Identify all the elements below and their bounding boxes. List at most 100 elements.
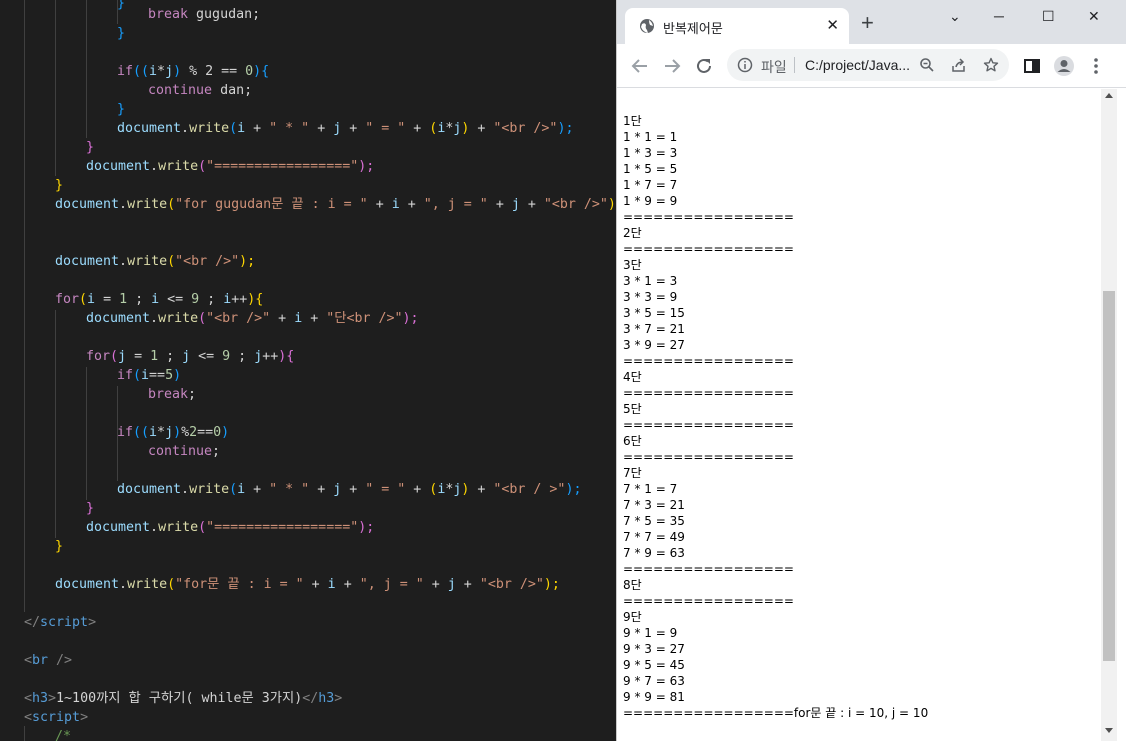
back-icon[interactable] [629, 55, 651, 77]
code-token: i [149, 64, 158, 79]
code-token: j [333, 121, 350, 136]
code-line[interactable]: /* [55, 727, 71, 741]
code-token: dan; [220, 83, 253, 98]
info-icon[interactable] [737, 57, 753, 73]
code-line[interactable]: for(j = 1 ; j <= 9 ; j++){ [86, 347, 294, 366]
output-line: 7 * 1 = 7 [623, 482, 678, 496]
code-line[interactable]: for(i = 1 ; i <= 9 ; i++){ [55, 290, 263, 309]
code-token: 9 [222, 349, 239, 364]
code-token: i [223, 292, 232, 307]
code-token: i [149, 425, 158, 440]
code-editor[interactable]: } break gugudan;} if((i*j) % 2 == 0){conti… [0, 0, 616, 741]
code-token: " = " [365, 121, 414, 136]
code-token: ) [173, 368, 182, 383]
code-token: " * " [269, 121, 318, 136]
side-panel-icon[interactable] [1021, 55, 1043, 77]
code-line[interactable]: document.write("================="); [86, 518, 374, 537]
code-token: document [117, 482, 182, 497]
share-icon[interactable] [951, 57, 967, 73]
code-line[interactable]: <script> [24, 708, 88, 727]
code-line[interactable]: break; [148, 385, 196, 404]
code-line[interactable]: document.write(i + " * " + j + " = " + (… [117, 480, 581, 499]
code-token: write [127, 254, 168, 269]
code-token: } [86, 140, 95, 155]
code-line[interactable]: } [117, 100, 125, 119]
code-token: "=================" [206, 520, 359, 535]
tab-search-icon[interactable]: ⌄ [949, 6, 961, 26]
code-line[interactable]: document.write("for문 끝 : i = " + i + ", … [55, 575, 560, 594]
code-token: i [237, 121, 254, 136]
code-line[interactable]: } [86, 138, 94, 157]
code-token: "for gugudan문 끝 : i = " [175, 197, 376, 212]
output-line: 1 * 5 = 5 [623, 162, 678, 176]
code-line[interactable]: continue dan; [148, 81, 252, 100]
output-line: 3 * 3 = 9 [623, 290, 678, 304]
code-token: . [181, 121, 190, 136]
code-line[interactable]: } [117, 0, 125, 13]
reload-icon[interactable] [693, 55, 715, 77]
more-menu-icon[interactable] [1085, 55, 1107, 77]
code-token: . [119, 577, 128, 592]
output-line: 2단 [623, 226, 642, 240]
bookmark-star-icon[interactable] [983, 57, 999, 73]
url-text[interactable]: C:/project/Java... [805, 57, 915, 73]
code-line[interactable]: document.write("for gugudan문 끝 : i = " +… [55, 195, 616, 214]
code-line[interactable]: <br /> [24, 651, 72, 670]
code-line[interactable]: if((i*j) % 2 == 0){ [117, 62, 269, 81]
code-token: } [117, 26, 126, 41]
code-token: for [55, 292, 80, 307]
code-token: <= [198, 349, 223, 364]
output-line: 9 * 7 = 63 [623, 674, 685, 688]
code-token: % 2 == [189, 64, 246, 79]
code-line[interactable]: document.write("================="); [86, 157, 374, 176]
scroll-up-arrow-icon[interactable] [1105, 93, 1113, 98]
scrollbar-thumb[interactable] [1103, 291, 1115, 661]
code-token: + [407, 197, 424, 212]
code-line[interactable]: } [117, 24, 125, 43]
code-line[interactable]: document.write(i + " * " + j + " = " + (… [117, 119, 573, 138]
zoom-icon[interactable] [919, 57, 935, 73]
code-token: ( [79, 292, 88, 307]
code-line[interactable]: } [55, 176, 63, 195]
code-line[interactable]: </script> [24, 613, 96, 632]
output-line: 7 * 3 = 21 [623, 498, 685, 512]
url-scheme-label: 파일 [761, 59, 787, 75]
code-line[interactable]: break gugudan; [148, 5, 260, 24]
code-token: + [253, 482, 270, 497]
code-line[interactable]: document.write("<br />"); [55, 252, 255, 271]
code-line[interactable]: } [55, 537, 63, 556]
scroll-down-arrow-icon[interactable] [1105, 728, 1113, 733]
code-line[interactable]: if((i*j)%2==0) [117, 423, 229, 442]
forward-icon[interactable] [661, 55, 683, 77]
browser-tab[interactable]: 반복제어문 ✕ [625, 8, 849, 44]
code-token: 0 [213, 425, 222, 440]
code-token: + [349, 121, 366, 136]
output-line: 3단 [623, 258, 642, 272]
output-line: 1 * 1 = 1 [623, 130, 678, 144]
code-line[interactable]: document.write("<br />" + i + "단<br />")… [86, 309, 419, 328]
code-line[interactable]: <h3>1~100까지 합 구하기( while문 3가지)</h3> [24, 689, 342, 708]
maximize-button[interactable]: ☐ [1042, 6, 1055, 26]
profile-avatar-icon[interactable] [1053, 55, 1075, 77]
close-window-button[interactable]: ✕ [1088, 6, 1100, 26]
code-token: ); [557, 121, 574, 136]
code-token: } [55, 539, 64, 554]
code-line[interactable]: continue; [148, 442, 220, 461]
close-tab-icon[interactable]: ✕ [826, 16, 839, 36]
code-token: ) [173, 425, 182, 440]
address-bar[interactable]: 파일 C:/project/Java... [727, 49, 1009, 81]
code-token: + [317, 121, 334, 136]
new-tab-button[interactable]: + [861, 12, 874, 34]
minimize-button[interactable]: ─ [994, 6, 1004, 26]
code-token: write [127, 197, 168, 212]
code-token: ( [229, 482, 238, 497]
output-line: ================= [623, 210, 794, 224]
output-line: ================= [623, 418, 794, 432]
vertical-scrollbar[interactable] [1101, 89, 1117, 741]
code-token: ){ [247, 292, 264, 307]
browser-window: 반복제어문 ✕ + ⌄ ─ ☐ ✕ 파일 C:/project/Java... [616, 0, 1126, 741]
output-line: 9단 [623, 610, 642, 624]
code-token: j [118, 349, 135, 364]
code-line[interactable]: } [86, 499, 94, 518]
code-line[interactable]: if(i==5) [117, 366, 181, 385]
